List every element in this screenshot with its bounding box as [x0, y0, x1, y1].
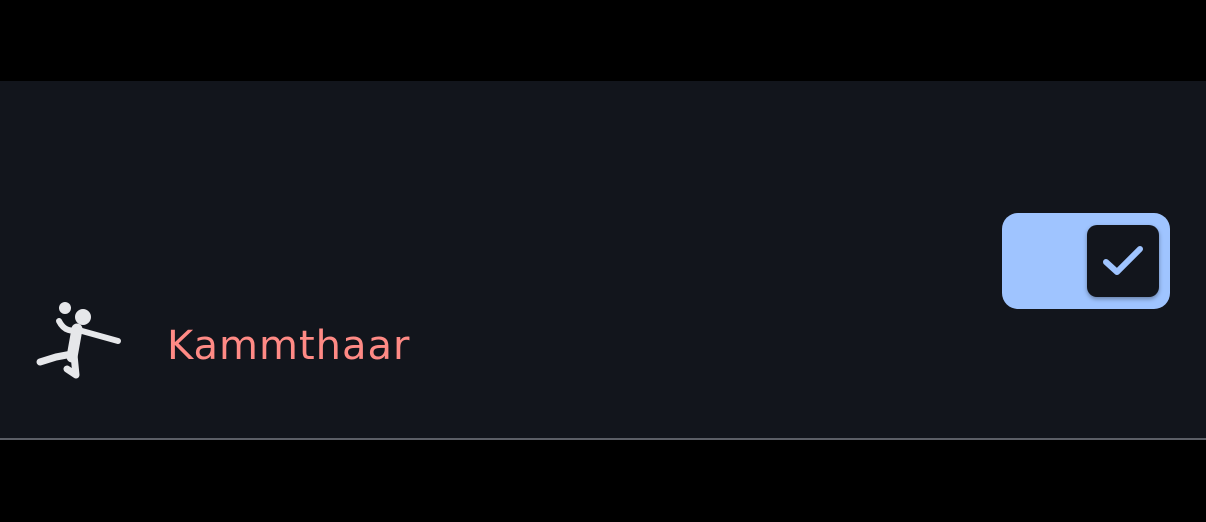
setting-label: Kammthaar — [167, 323, 411, 369]
check-icon — [1103, 246, 1143, 275]
toggle-thumb — [1087, 225, 1159, 297]
handball-player-icon — [36, 302, 121, 379]
enable-toggle[interactable] — [1002, 213, 1170, 309]
screen: Kammthaar — [0, 0, 1206, 522]
